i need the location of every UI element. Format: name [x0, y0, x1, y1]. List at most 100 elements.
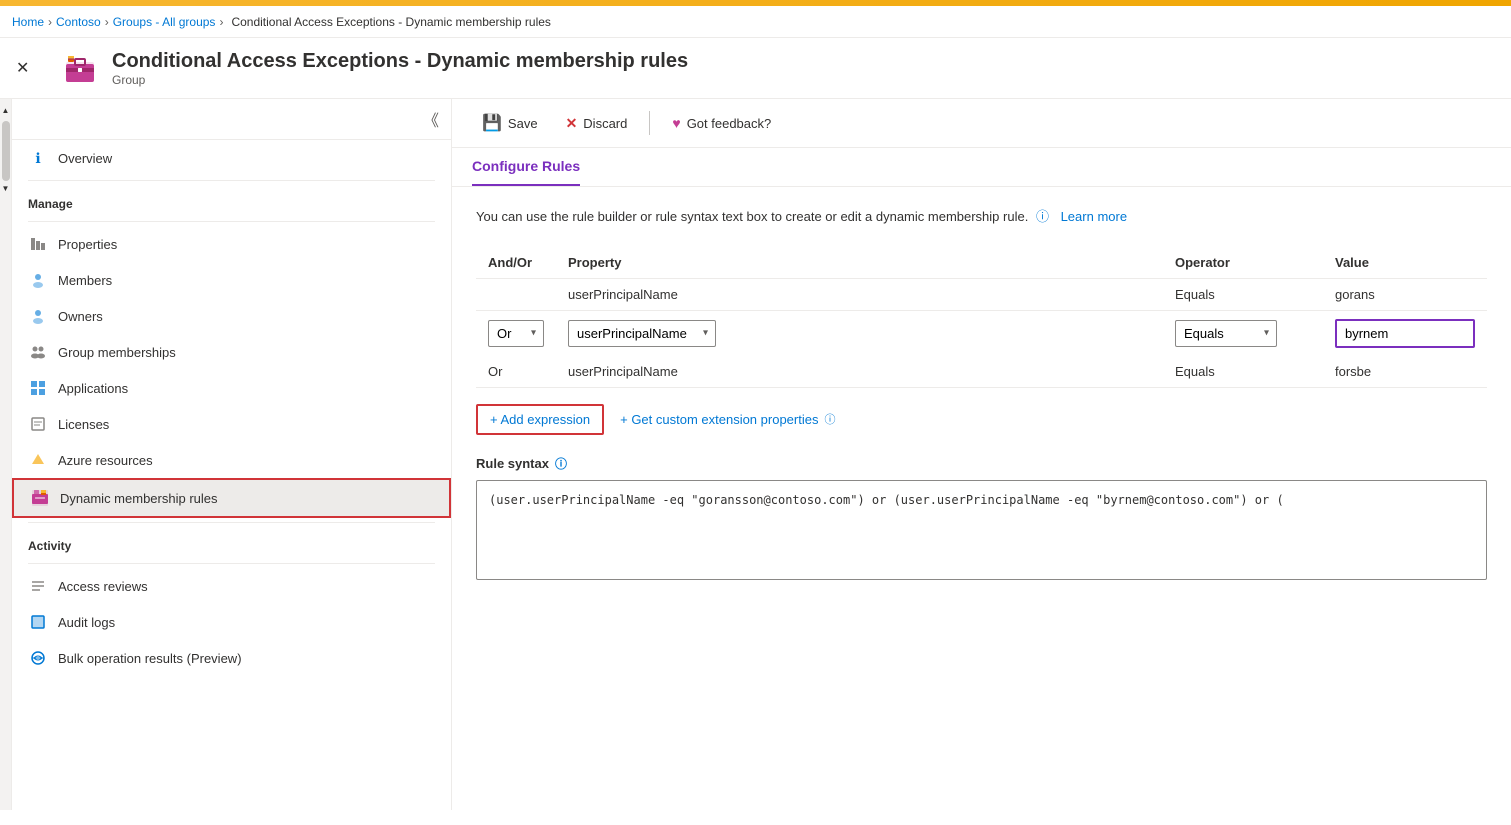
rule-syntax-box[interactable]: (user.userPrincipalName -eq "goransson@c… — [476, 480, 1487, 580]
rule-syntax-info-icon: ⓘ — [555, 455, 567, 472]
breadcrumb-contoso[interactable]: Contoso — [56, 15, 101, 29]
sidebar-item-audit-logs[interactable]: Audit logs — [12, 604, 451, 640]
row1-operator: Equals — [1163, 278, 1323, 310]
header-operator: Operator — [1163, 247, 1323, 279]
save-icon: 💾 — [482, 113, 502, 133]
sidebar-licenses-label: Licenses — [58, 417, 109, 432]
scroll-down-button[interactable]: ▼ — [0, 181, 12, 195]
sidebar-item-members[interactable]: Members — [12, 262, 451, 298]
row1-andor — [476, 278, 556, 310]
row2-operator: Equals — [1163, 356, 1323, 388]
scroll-track: ▲ ▼ — [0, 99, 12, 810]
sidebar-divider-2 — [28, 221, 435, 222]
tab-configure-rules-label: Configure Rules — [472, 158, 580, 174]
info-icon: ℹ — [28, 148, 48, 168]
audit-logs-icon — [28, 612, 48, 632]
sidebar-properties-label: Properties — [58, 237, 117, 252]
rule-syntax-label: Rule syntax ⓘ — [476, 455, 1487, 472]
group-memberships-icon — [28, 342, 48, 362]
sidebar-item-dynamic-membership[interactable]: Dynamic membership rules — [12, 478, 451, 518]
sidebar-item-owners[interactable]: Owners — [12, 298, 451, 334]
sidebar-group-memberships-label: Group memberships — [58, 345, 176, 360]
main-layout: ▲ ▼ 《 ℹ Overview Manage Properties — [0, 99, 1511, 810]
tab-configure-rules[interactable]: Configure Rules — [472, 148, 580, 186]
table-row: Or userPrincipalName Equals forsbe — [476, 356, 1487, 388]
sidebar-members-label: Members — [58, 273, 112, 288]
owners-icon — [28, 306, 48, 326]
table-row-edit: Or And userPrincipalName displayName d — [476, 310, 1487, 356]
andor-select-wrapper: Or And — [488, 320, 544, 347]
get-custom-info-icon: ⓘ — [824, 411, 835, 427]
sidebar-item-group-memberships[interactable]: Group memberships — [12, 334, 451, 370]
sidebar-divider-1 — [28, 180, 435, 181]
header-icon — [60, 48, 100, 88]
property-select-wrapper: userPrincipalName displayName department — [568, 320, 716, 347]
scroll-up-button[interactable]: ▲ — [0, 103, 12, 117]
rule-builder-table: And/Or Property Operator Value userPrinc… — [476, 247, 1487, 388]
row1-value: gorans — [1323, 278, 1487, 310]
page-title: Conditional Access Exceptions - Dynamic … — [112, 50, 688, 73]
breadcrumb-current: Conditional Access Exceptions - Dynamic … — [231, 15, 550, 29]
breadcrumb: Home › Contoso › Groups - All groups › C… — [0, 6, 1511, 38]
licenses-icon — [28, 414, 48, 434]
feedback-label: Got feedback? — [687, 116, 772, 131]
sidebar-item-applications[interactable]: Applications — [12, 370, 451, 406]
breadcrumb-home[interactable]: Home — [12, 15, 44, 29]
get-custom-extension-button[interactable]: + Get custom extension properties ⓘ — [620, 411, 835, 427]
table-row: userPrincipalName Equals gorans — [476, 278, 1487, 310]
header-property: Property — [556, 247, 1163, 279]
breadcrumb-groups[interactable]: Groups - All groups — [113, 15, 216, 29]
sidebar-collapse-area: 《 — [12, 99, 451, 140]
sidebar-divider-3 — [28, 522, 435, 523]
rule-syntax-section: Rule syntax ⓘ (user.userPrincipalName -e… — [476, 455, 1487, 580]
sidebar-azure-resources-label: Azure resources — [58, 453, 153, 468]
row2-property: userPrincipalName — [556, 356, 1163, 388]
close-button[interactable]: ✕ — [16, 58, 29, 78]
info-tooltip-icon: ⓘ — [1036, 209, 1049, 224]
edit-row-property-cell: userPrincipalName displayName department — [556, 310, 1163, 356]
members-icon — [28, 270, 48, 290]
sidebar-activity-label: Activity — [12, 527, 451, 559]
sidebar-audit-logs-label: Audit logs — [58, 615, 115, 630]
header-text: Conditional Access Exceptions - Dynamic … — [112, 50, 688, 87]
page-header: ✕ Conditional Access Exceptions - Dynami… — [0, 38, 1511, 99]
scroll-thumb[interactable] — [2, 121, 10, 181]
row2-value: forsbe — [1323, 356, 1487, 388]
learn-more-link[interactable]: Learn more — [1061, 209, 1127, 224]
content-body: You can use the rule builder or rule syn… — [452, 187, 1511, 600]
properties-icon — [28, 234, 48, 254]
feedback-button[interactable]: ♥ Got feedback? — [662, 109, 781, 137]
add-expression-button[interactable]: + Add expression — [476, 404, 604, 435]
edit-row-value-cell — [1323, 310, 1487, 356]
sidebar-owners-label: Owners — [58, 309, 103, 324]
get-custom-label: + Get custom extension properties — [620, 412, 818, 427]
discard-label: Discard — [583, 116, 627, 131]
discard-button[interactable]: ✕ Discard — [556, 109, 638, 138]
info-text: You can use the rule builder or rule syn… — [476, 207, 1487, 227]
toolbar-separator — [649, 111, 650, 135]
sidebar-item-azure-resources[interactable]: Azure resources — [12, 442, 451, 478]
operator-select[interactable]: Equals Not Equals Contains — [1175, 320, 1277, 347]
collapse-sidebar-button[interactable]: 《 — [423, 107, 439, 131]
sidebar-item-overview[interactable]: ℹ Overview — [12, 140, 451, 176]
sidebar-item-access-reviews[interactable]: Access reviews — [12, 568, 451, 604]
toolbar: 💾 Save ✕ Discard ♥ Got feedback? — [452, 99, 1511, 148]
azure-resources-icon — [28, 450, 48, 470]
property-select[interactable]: userPrincipalName displayName department — [568, 320, 716, 347]
row2-andor: Or — [476, 356, 556, 388]
sidebar-item-properties[interactable]: Properties — [12, 226, 451, 262]
save-label: Save — [508, 116, 538, 131]
sidebar-applications-label: Applications — [58, 381, 128, 396]
applications-icon — [28, 378, 48, 398]
save-button[interactable]: 💾 Save — [472, 107, 548, 139]
header-andor: And/Or — [476, 247, 556, 279]
add-expression-label: + Add expression — [490, 412, 590, 427]
feedback-icon: ♥ — [672, 115, 680, 131]
tabs-bar: Configure Rules — [452, 148, 1511, 187]
value-input[interactable] — [1335, 319, 1475, 348]
header-value: Value — [1323, 247, 1487, 279]
sidebar-item-licenses[interactable]: Licenses — [12, 406, 451, 442]
andor-select[interactable]: Or And — [488, 320, 544, 347]
sidebar-item-bulk-operation[interactable]: Bulk operation results (Preview) — [12, 640, 451, 676]
sidebar: 《 ℹ Overview Manage Properties Members — [12, 99, 452, 810]
